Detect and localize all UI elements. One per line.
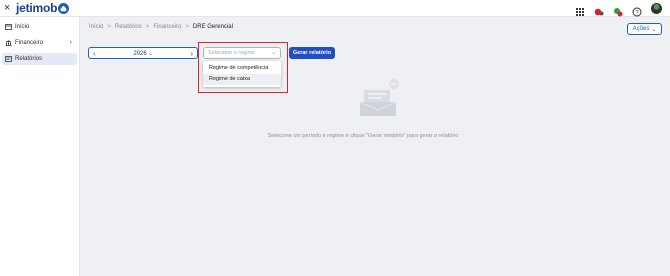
breadcrumb-current: DRE Gerencial [192, 24, 233, 30]
breadcrumb-separator-icon: > [107, 24, 111, 30]
apps-grid-icon[interactable] [575, 4, 585, 16]
year-selector: ‹ 2026 ⌄ › [88, 47, 198, 59]
notifications-icon[interactable] [594, 4, 604, 15]
chevron-right-icon: › [69, 39, 72, 46]
breadcrumb-item-financeiro[interactable]: Financeiro [153, 24, 181, 30]
sidebar-item-inicio[interactable]: Início [2, 21, 77, 33]
sidebar: Início Financeiro › Relatórios [0, 17, 80, 276]
breadcrumb-item-relatorios[interactable]: Relatórios [115, 24, 142, 30]
chevron-down-icon: ⌄ [651, 26, 657, 33]
empty-state-illustration [356, 78, 402, 120]
top-bar: × jetimob ? [0, 0, 670, 17]
bank-icon [5, 40, 12, 46]
report-icon [5, 56, 12, 62]
help-icon[interactable]: ? [632, 4, 642, 16]
sidebar-item-financeiro[interactable]: Financeiro › [2, 37, 77, 49]
highlight-box [198, 42, 288, 93]
chevron-down-icon: ⌄ [148, 51, 153, 57]
home-icon[interactable] [58, 3, 69, 14]
next-year-icon[interactable]: › [190, 49, 193, 58]
empty-state-message: Selecione um período e regime e clique "… [267, 133, 459, 139]
breadcrumb-item-inicio[interactable]: Início [89, 24, 103, 30]
sidebar-item-label: Financeiro [15, 40, 44, 46]
breadcrumb: Início > Relatórios > Financeiro > DRE G… [89, 24, 233, 30]
store-icon [5, 24, 12, 30]
shortcuts-icon[interactable] [613, 4, 623, 16]
actions-label: Ações [632, 26, 650, 32]
actions-button[interactable]: Ações ⌄ [627, 23, 662, 35]
year-value[interactable]: 2026 ⌄ [89, 50, 197, 58]
breadcrumb-separator-icon: > [185, 24, 189, 30]
app-logo[interactable]: jetimob [16, 1, 57, 15]
breadcrumb-separator-icon: > [145, 24, 150, 30]
close-icon[interactable]: × [4, 2, 10, 15]
generate-report-button[interactable]: Gerar relatório [289, 47, 335, 59]
sidebar-item-label: Relatórios [15, 56, 43, 62]
sidebar-item-label: Início [15, 24, 30, 30]
user-avatar[interactable] [651, 3, 662, 14]
top-icons: ? [575, 3, 662, 16]
sidebar-item-relatorios[interactable]: Relatórios [2, 53, 77, 65]
